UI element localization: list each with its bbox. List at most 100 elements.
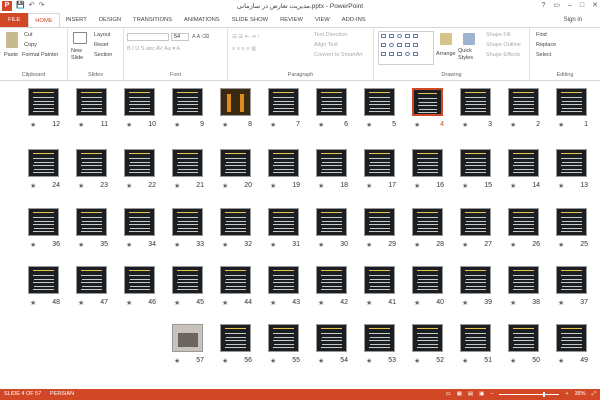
slide-thumbnail[interactable] <box>508 149 539 177</box>
slide-thumbnail[interactable] <box>316 88 347 116</box>
slide-thumbnail[interactable] <box>556 88 587 116</box>
notes-icon[interactable]: ▭ <box>445 389 450 400</box>
reset-button[interactable]: Reset <box>94 41 108 49</box>
slide-thumbnail[interactable] <box>412 149 443 177</box>
slide-thumbnail[interactable] <box>172 266 203 294</box>
slide-thumbnail[interactable] <box>556 324 587 352</box>
select-button[interactable]: Select <box>536 51 551 59</box>
slide-thumbnail[interactable] <box>460 324 491 352</box>
quick-styles-icon[interactable] <box>463 33 475 45</box>
layout-button[interactable]: Layout <box>94 31 111 39</box>
slide-sorter-view[interactable]: ★ 12 ★ 11 ★ 10 ★ 9 ★ 8 ★ 7 ★ 6 ★ 5 ★ 4 ★ 3 ★ 2 ★ 1 ★ 24 ★ 23 ★ 22 ★ 21 ★… <box>0 82 600 389</box>
language-indicator[interactable]: PERSIAN <box>50 389 74 400</box>
slide-thumbnail[interactable] <box>364 149 395 177</box>
quick-styles-button[interactable]: Quick Styles <box>458 48 480 62</box>
slide-thumbnail[interactable] <box>364 266 395 294</box>
slide-thumbnail[interactable] <box>28 266 59 294</box>
slide-thumbnail[interactable] <box>460 208 491 236</box>
format-painter-button[interactable]: Format Painter <box>22 51 58 59</box>
slide-thumbnail[interactable] <box>124 208 155 236</box>
slide-thumbnail[interactable] <box>508 88 539 116</box>
arrange-icon[interactable] <box>440 33 452 45</box>
text-direction-button[interactable]: Text Direction <box>314 31 347 39</box>
cut-button[interactable]: Cut <box>24 31 33 39</box>
font-grow-icon[interactable]: A A ⌫ <box>192 33 209 41</box>
slide-thumbnail[interactable] <box>412 266 443 294</box>
slide-thumbnail[interactable] <box>28 149 59 177</box>
copy-button[interactable]: Copy <box>24 41 37 49</box>
find-button[interactable]: Find <box>536 31 547 39</box>
align-icons[interactable]: ≡ ≡ ≡ ≡ ▥ <box>232 45 256 53</box>
replace-button[interactable]: Replace <box>536 41 556 49</box>
ribbon-display-icon[interactable]: ▭ <box>553 0 560 12</box>
font-format-icons[interactable]: B I U S abc AV Aa ▾ A <box>127 45 180 53</box>
slide-thumbnail[interactable] <box>124 149 155 177</box>
slide-thumbnail[interactable] <box>220 324 251 352</box>
align-text-button[interactable]: Align Text <box>314 41 338 49</box>
paste-icon[interactable] <box>6 32 18 48</box>
slide-thumbnail[interactable] <box>364 88 395 116</box>
slide-thumbnail[interactable] <box>172 324 203 352</box>
font-name-box[interactable] <box>127 33 169 41</box>
tab-animations[interactable]: ANIMATIONS <box>178 13 226 27</box>
slide-thumbnail[interactable] <box>220 149 251 177</box>
slide-thumbnail[interactable] <box>268 149 299 177</box>
tab-view[interactable]: VIEW <box>309 13 336 27</box>
tab-home[interactable]: HOME <box>28 13 60 27</box>
shape-fill-button[interactable]: Shape Fill <box>486 31 510 39</box>
paste-button[interactable]: Paste <box>4 51 18 59</box>
slide-thumbnail[interactable] <box>412 88 443 116</box>
slide-thumbnail[interactable] <box>508 208 539 236</box>
reading-view-icon[interactable]: ▤ <box>468 389 473 400</box>
list-icons[interactable]: ☰ ☰ ⇤ ⇥ ↕ <box>232 33 260 41</box>
maximize-button[interactable]: □ <box>580 0 584 12</box>
slide-thumbnail[interactable] <box>220 88 251 116</box>
sorter-view-icon[interactable]: ▦ <box>457 389 462 400</box>
slide-thumbnail[interactable] <box>124 88 155 116</box>
section-button[interactable]: Section <box>94 51 112 59</box>
close-button[interactable]: ✕ <box>592 0 598 12</box>
slide-thumbnail[interactable] <box>76 266 107 294</box>
zoom-out-icon[interactable]: – <box>490 389 493 400</box>
slide-thumbnail[interactable] <box>556 208 587 236</box>
tab-insert[interactable]: INSERT <box>60 13 93 27</box>
slide-thumbnail[interactable] <box>76 88 107 116</box>
slide-thumbnail[interactable] <box>268 88 299 116</box>
slide-thumbnail[interactable] <box>508 324 539 352</box>
slide-thumbnail[interactable] <box>508 266 539 294</box>
slide-thumbnail[interactable] <box>412 324 443 352</box>
tab-slide-show[interactable]: SLIDE SHOW <box>226 13 274 27</box>
slide-thumbnail[interactable] <box>316 266 347 294</box>
slide-thumbnail[interactable] <box>460 88 491 116</box>
slide-thumbnail[interactable] <box>460 266 491 294</box>
slide-thumbnail[interactable] <box>316 324 347 352</box>
slide-thumbnail[interactable] <box>76 149 107 177</box>
arrange-button[interactable]: Arrange <box>436 50 456 58</box>
font-size-box[interactable]: 54 <box>171 33 189 41</box>
convert-smartart-button[interactable]: Convert to SmartArt <box>314 51 363 59</box>
fit-slide-icon[interactable]: ⤢ <box>592 389 596 400</box>
slide-thumbnail[interactable] <box>268 324 299 352</box>
slide-thumbnail[interactable] <box>364 324 395 352</box>
slide-thumbnail[interactable] <box>364 208 395 236</box>
slide-thumbnail[interactable] <box>316 208 347 236</box>
slide-thumbnail[interactable] <box>268 208 299 236</box>
slide-thumbnail[interactable] <box>76 208 107 236</box>
slide-thumbnail[interactable] <box>556 266 587 294</box>
new-slide-button[interactable]: New Slide <box>71 48 91 62</box>
slide-thumbnail[interactable] <box>172 149 203 177</box>
tab-review[interactable]: REVIEW <box>274 13 309 27</box>
slide-thumbnail[interactable] <box>268 266 299 294</box>
slide-thumbnail[interactable] <box>460 149 491 177</box>
zoom-slider[interactable] <box>499 392 560 397</box>
slide-thumbnail[interactable] <box>316 149 347 177</box>
slide-thumbnail[interactable] <box>412 208 443 236</box>
slide-thumbnail[interactable] <box>172 208 203 236</box>
slide-thumbnail[interactable] <box>124 266 155 294</box>
shapes-gallery[interactable] <box>378 31 434 65</box>
new-slide-icon[interactable] <box>73 32 87 44</box>
slide-thumbnail[interactable] <box>556 149 587 177</box>
slide-thumbnail[interactable] <box>220 266 251 294</box>
shape-outline-button[interactable]: Shape Outline <box>486 41 521 49</box>
slide-thumbnail[interactable] <box>172 88 203 116</box>
